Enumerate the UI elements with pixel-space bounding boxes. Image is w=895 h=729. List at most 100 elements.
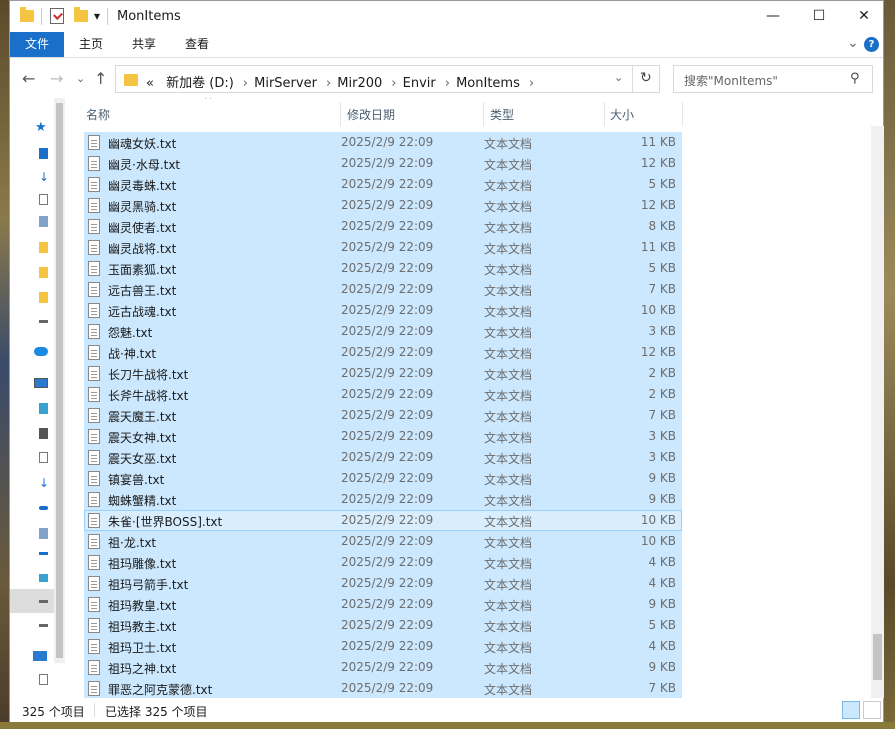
drive-icon[interactable] — [39, 624, 48, 627]
network-icon[interactable] — [33, 651, 47, 661]
drive-icon[interactable] — [39, 574, 48, 582]
file-row[interactable]: 长斧牛战将.txt 2025/2/9 22:09 文本文档 2 KB — [84, 384, 682, 405]
pin-icon[interactable] — [39, 320, 48, 323]
videos-icon[interactable] — [39, 428, 48, 439]
column-name[interactable]: 名称 — [86, 106, 110, 123]
address-dropdown-icon[interactable]: ⌄ — [614, 71, 623, 84]
details-view-button[interactable] — [842, 701, 860, 719]
folder-icon[interactable] — [39, 242, 48, 253]
file-row[interactable]: 震天女神.txt 2025/2/9 22:09 文本文档 3 KB — [84, 426, 682, 447]
onedrive-icon[interactable] — [34, 347, 48, 356]
file-row[interactable]: 幽灵战将.txt 2025/2/9 22:09 文本文档 11 KB — [84, 237, 682, 258]
chevron-right-icon[interactable]: › — [529, 76, 534, 91]
file-row[interactable]: 祖玛之神.txt 2025/2/9 22:09 文本文档 9 KB — [84, 657, 682, 678]
chevron-right-icon[interactable]: › — [391, 76, 396, 91]
tab-view[interactable]: 查看 — [177, 32, 217, 57]
folder-icon[interactable] — [39, 292, 48, 303]
file-name: 远古兽王.txt — [108, 284, 177, 298]
column-size[interactable]: 大小 — [610, 106, 634, 123]
recent-locations-icon[interactable]: ⌄ — [76, 72, 85, 85]
file-size: 9 KB — [648, 597, 676, 611]
file-name: 镇宴兽.txt — [108, 473, 165, 487]
file-row[interactable]: 祖玛教主.txt 2025/2/9 22:09 文本文档 5 KB — [84, 615, 682, 636]
pictures-icon[interactable] — [39, 216, 48, 227]
file-row[interactable]: 祖玛教皇.txt 2025/2/9 22:09 文本文档 9 KB — [84, 594, 682, 615]
this-pc-icon[interactable] — [34, 378, 48, 388]
file-row[interactable]: 蜘蛛蟹精.txt 2025/2/9 22:09 文本文档 9 KB — [84, 489, 682, 510]
file-row[interactable]: 罪恶之阿克蒙德.txt 2025/2/9 22:09 文本文档 7 KB — [84, 678, 682, 698]
file-row[interactable]: 怨魅.txt 2025/2/9 22:09 文本文档 3 KB — [84, 321, 682, 342]
documents-icon[interactable] — [39, 452, 48, 463]
file-list-scrollbar[interactable] — [871, 126, 884, 698]
file-row[interactable]: 远古战魂.txt 2025/2/9 22:09 文本文档 10 KB — [84, 300, 682, 321]
chevron-right-icon[interactable]: › — [326, 76, 331, 91]
search-input[interactable]: 搜索"MonItems" ⚲ — [673, 65, 873, 93]
address-bar[interactable]: « 新加卷 (D:) › MirServer › Mir200 › Envir › Mo… — [115, 65, 660, 93]
quick-access-dropdown-icon[interactable]: ▾ — [94, 9, 100, 23]
file-row[interactable]: 幽灵使者.txt 2025/2/9 22:09 文本文档 8 KB — [84, 216, 682, 237]
music-icon[interactable] — [39, 506, 48, 510]
file-row[interactable]: 战·神.txt 2025/2/9 22:09 文本文档 12 KB — [84, 342, 682, 363]
folder-icon[interactable] — [39, 267, 48, 278]
file-row[interactable]: 祖·龙.txt 2025/2/9 22:09 文本文档 10 KB — [84, 531, 682, 552]
downloads-icon[interactable]: ↓ — [39, 476, 49, 490]
tab-file[interactable]: 文件 — [10, 32, 64, 57]
file-row[interactable]: 祖玛弓箭手.txt 2025/2/9 22:09 文本文档 4 KB — [84, 573, 682, 594]
file-row[interactable]: 祖玛卫士.txt 2025/2/9 22:09 文本文档 4 KB — [84, 636, 682, 657]
column-date[interactable]: 修改日期 — [347, 106, 395, 123]
file-row[interactable]: 玉面素狐.txt 2025/2/9 22:09 文本文档 5 KB — [84, 258, 682, 279]
file-row[interactable]: 震天魔王.txt 2025/2/9 22:09 文本文档 7 KB — [84, 405, 682, 426]
downloads-icon[interactable]: ↓ — [39, 170, 49, 184]
sort-ascending-icon: ^ — [204, 98, 213, 106]
column-divider[interactable] — [340, 102, 341, 126]
column-divider[interactable] — [604, 102, 605, 126]
file-type: 文本文档 — [484, 452, 533, 466]
file-size: 2 KB — [648, 387, 676, 401]
breadcrumb-drive[interactable]: 新加卷 (D:) — [166, 76, 234, 91]
help-icon[interactable]: ? — [864, 37, 879, 52]
file-row[interactable]: 长刀牛战将.txt 2025/2/9 22:09 文本文档 2 KB — [84, 363, 682, 384]
breadcrumb-mirserver[interactable]: MirServer — [254, 76, 317, 91]
breadcrumb-monitems[interactable]: MonItems — [456, 76, 520, 91]
tab-home[interactable]: 主页 — [72, 32, 110, 57]
back-icon[interactable]: ← — [22, 69, 35, 88]
new-folder-icon[interactable] — [74, 7, 88, 22]
nav-pane-scrollbar-thumb[interactable] — [56, 103, 63, 658]
quick-access-star-icon[interactable]: ★ — [35, 120, 47, 135]
3d-objects-icon[interactable] — [39, 403, 48, 414]
file-row[interactable]: 远古兽王.txt 2025/2/9 22:09 文本文档 7 KB — [84, 279, 682, 300]
maximize-button[interactable]: ☐ — [796, 1, 842, 32]
file-row[interactable]: 镇宴兽.txt 2025/2/9 22:09 文本文档 9 KB — [84, 468, 682, 489]
chevron-right-icon[interactable]: › — [243, 76, 248, 91]
tab-share[interactable]: 共享 — [124, 32, 164, 57]
close-button[interactable]: ✕ — [841, 1, 887, 32]
column-divider[interactable] — [483, 102, 484, 126]
column-type[interactable]: 类型 — [490, 106, 514, 123]
breadcrumb-envir[interactable]: Envir — [403, 76, 436, 91]
breadcrumb-mir200[interactable]: Mir200 — [337, 76, 382, 91]
column-divider[interactable] — [682, 102, 683, 126]
file-row[interactable]: 朱雀·[世界BOSS].txt 2025/2/9 22:09 文本文档 10 KB — [84, 510, 682, 531]
pictures-icon[interactable] — [39, 528, 48, 539]
nav-pane-scrollbar[interactable] — [54, 98, 65, 663]
file-row[interactable]: 祖玛雕像.txt 2025/2/9 22:09 文本文档 4 KB — [84, 552, 682, 573]
file-row[interactable]: 幽灵黑骑.txt 2025/2/9 22:09 文本文档 12 KB — [84, 195, 682, 216]
file-list-scrollbar-thumb[interactable] — [873, 634, 882, 680]
breadcrumb-overflow[interactable]: « — [146, 76, 154, 91]
file-row[interactable]: 幽灵毒蛛.txt 2025/2/9 22:09 文本文档 5 KB — [84, 174, 682, 195]
desktop-icon[interactable] — [39, 552, 48, 555]
properties-icon[interactable] — [50, 8, 64, 24]
up-icon[interactable]: ↑ — [94, 69, 107, 88]
chevron-right-icon[interactable]: › — [445, 76, 450, 91]
network-drive-icon[interactable] — [39, 674, 48, 685]
minimize-button[interactable]: — — [750, 1, 796, 32]
file-row[interactable]: 幽灵·水母.txt 2025/2/9 22:09 文本文档 12 KB — [84, 153, 682, 174]
documents-icon[interactable] — [39, 194, 48, 205]
large-icons-view-button[interactable] — [863, 701, 881, 719]
forward-icon[interactable]: → — [50, 69, 63, 88]
refresh-icon[interactable]: ↻ — [640, 70, 652, 86]
file-row[interactable]: 幽魂女妖.txt 2025/2/9 22:09 文本文档 11 KB — [84, 132, 682, 153]
desktop-icon[interactable] — [39, 148, 48, 159]
file-row[interactable]: 震天女巫.txt 2025/2/9 22:09 文本文档 3 KB — [84, 447, 682, 468]
ribbon-expand-icon[interactable]: ⌄ — [847, 35, 859, 51]
